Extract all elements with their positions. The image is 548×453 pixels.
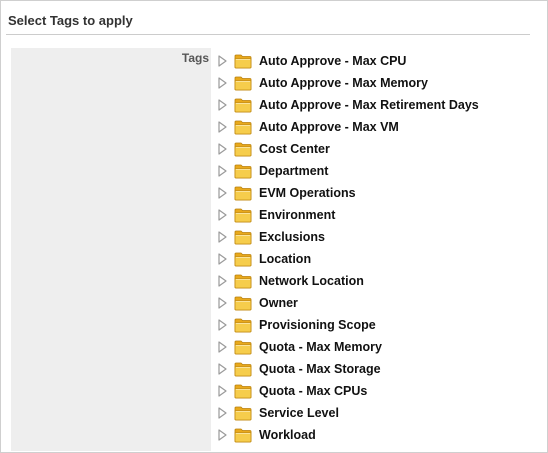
folder-icon (234, 53, 252, 69)
tree-node[interactable]: Owner (217, 292, 537, 314)
folder-icon (234, 75, 252, 91)
tree-node[interactable]: Department (217, 160, 537, 182)
folder-icon (234, 185, 252, 201)
folder-icon (234, 339, 252, 355)
expand-triangle-icon[interactable] (217, 363, 227, 375)
panel-title: Select Tags to apply (8, 13, 133, 28)
tree-node-label: Service Level (259, 406, 339, 420)
folder-icon (234, 317, 252, 333)
tree-node-label: Auto Approve - Max VM (259, 120, 399, 134)
folder-icon (234, 163, 252, 179)
tree-node-label: Auto Approve - Max CPU (259, 54, 407, 68)
expand-triangle-icon[interactable] (217, 275, 227, 287)
expand-triangle-icon[interactable] (217, 429, 227, 441)
tree-node-label: Quota - Max Storage (259, 362, 381, 376)
folder-icon (234, 405, 252, 421)
folder-icon (234, 119, 252, 135)
tree-node[interactable]: Location (217, 248, 537, 270)
folder-icon (234, 295, 252, 311)
expand-triangle-icon[interactable] (217, 297, 227, 309)
folder-icon (234, 97, 252, 113)
tree-node-label: Environment (259, 208, 336, 222)
tags-label: Tags (181, 51, 209, 65)
tree-node-label: Network Location (259, 274, 364, 288)
folder-icon (234, 141, 252, 157)
expand-triangle-icon[interactable] (217, 187, 227, 199)
tree-node[interactable]: Workload (217, 424, 537, 446)
tree-node-label: Department (259, 164, 329, 178)
tree-node[interactable]: Quota - Max Storage (217, 358, 537, 380)
tags-label-column: Tags (11, 48, 211, 451)
tree-node[interactable]: Auto Approve - Max Memory (217, 72, 537, 94)
expand-triangle-icon[interactable] (217, 121, 227, 133)
folder-icon (234, 207, 252, 223)
expand-triangle-icon[interactable] (217, 55, 227, 67)
expand-triangle-icon[interactable] (217, 143, 227, 155)
expand-triangle-icon[interactable] (217, 319, 227, 331)
expand-triangle-icon[interactable] (217, 341, 227, 353)
tree-node-label: Location (259, 252, 312, 266)
tree-node-label: Quota - Max CPUs (259, 384, 368, 398)
expand-triangle-icon[interactable] (217, 165, 227, 177)
tree-node-label: Cost Center (259, 142, 330, 156)
tree-node-label: Auto Approve - Max Retirement Days (259, 98, 479, 112)
select-tags-panel: Select Tags to apply Tags Auto Approve -… (0, 0, 548, 453)
tree-node[interactable]: Network Location (217, 270, 537, 292)
expand-triangle-icon[interactable] (217, 253, 227, 265)
title-divider (6, 34, 530, 35)
tree-node-label: Exclusions (259, 230, 325, 244)
folder-icon (234, 383, 252, 399)
tree-node[interactable]: Auto Approve - Max Retirement Days (217, 94, 537, 116)
folder-icon (234, 427, 252, 443)
tree-node[interactable]: Service Level (217, 402, 537, 424)
folder-icon (234, 251, 252, 267)
tree-node[interactable]: EVM Operations (217, 182, 537, 204)
tree-node[interactable]: Cost Center (217, 138, 537, 160)
tree-node[interactable]: Auto Approve - Max VM (217, 116, 537, 138)
expand-triangle-icon[interactable] (217, 99, 227, 111)
tree-node-label: Owner (259, 296, 298, 310)
folder-icon (234, 273, 252, 289)
tree-node-label: Workload (259, 428, 316, 442)
tree-node-label: Auto Approve - Max Memory (259, 76, 429, 90)
tree-node-label: EVM Operations (259, 186, 356, 200)
tree-node[interactable]: Auto Approve - Max CPU (217, 50, 537, 72)
expand-triangle-icon[interactable] (217, 407, 227, 419)
folder-icon (234, 361, 252, 377)
expand-triangle-icon[interactable] (217, 385, 227, 397)
tree-node-label: Quota - Max Memory (259, 340, 382, 354)
folder-icon (234, 229, 252, 245)
tree-node[interactable]: Environment (217, 204, 537, 226)
expand-triangle-icon[interactable] (217, 231, 227, 243)
tree-node[interactable]: Quota - Max CPUs (217, 380, 537, 402)
expand-triangle-icon[interactable] (217, 209, 227, 221)
tree-node[interactable]: Quota - Max Memory (217, 336, 537, 358)
tag-category-tree: Auto Approve - Max CPU Auto Approve - Max… (217, 50, 537, 446)
tree-node[interactable]: Provisioning Scope (217, 314, 537, 336)
tree-node[interactable]: Exclusions (217, 226, 537, 248)
expand-triangle-icon[interactable] (217, 77, 227, 89)
tree-node-label: Provisioning Scope (259, 318, 376, 332)
